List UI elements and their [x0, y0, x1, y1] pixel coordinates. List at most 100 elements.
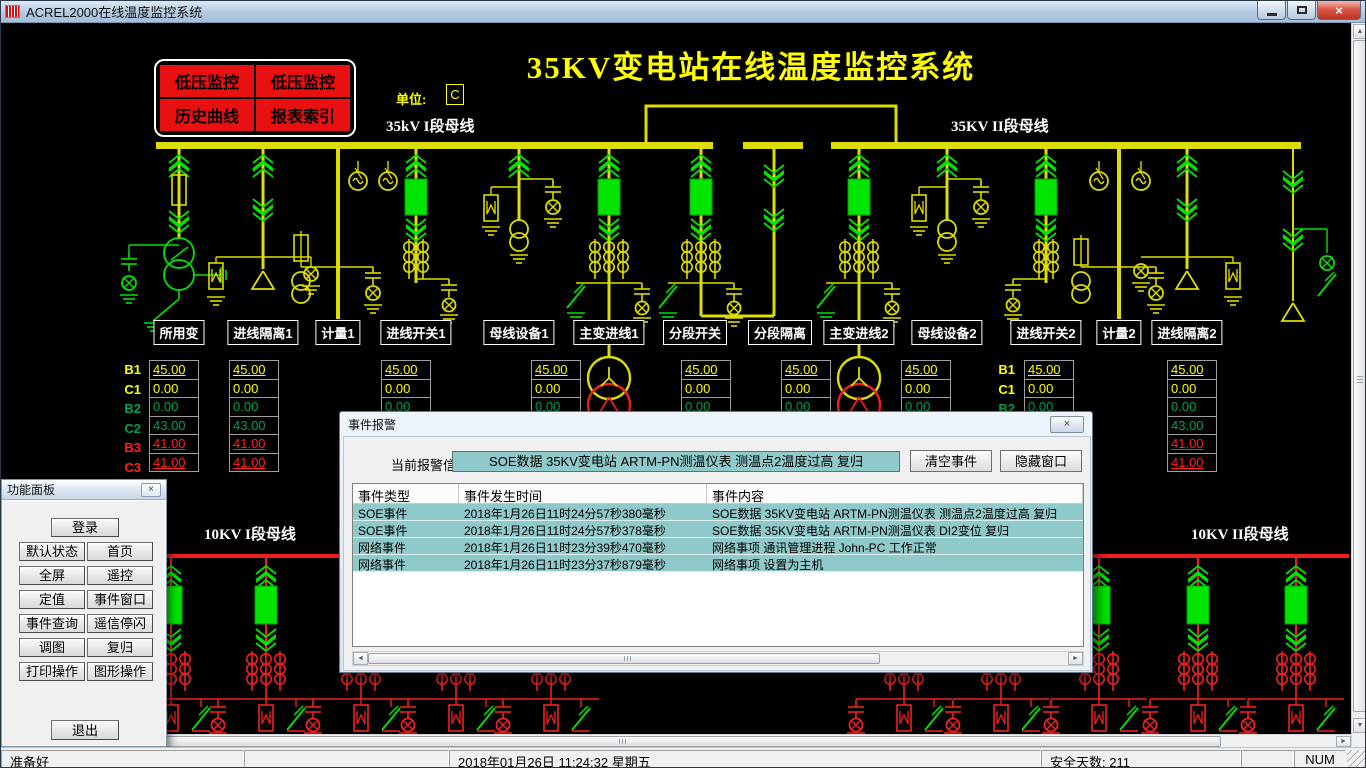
event-cell: 网络事项 通讯管理进程 John-PC 工作正常	[707, 538, 1083, 554]
event-table-hscrollbar[interactable]: ◄ ►	[352, 651, 1084, 666]
panel-button-reset[interactable]: 复归	[87, 638, 153, 657]
function-panel-close-button[interactable]: ×	[141, 483, 161, 497]
bus-label-10kv-1: 10KV I段母线	[204, 523, 296, 544]
bay-label: 计量2	[1096, 320, 1141, 345]
app-icon	[5, 5, 20, 18]
close-icon: ×	[1064, 418, 1070, 430]
temp-row-label: C3	[113, 458, 141, 478]
panel-button-print-operation[interactable]: 打印操作	[19, 662, 85, 681]
event-cell: 2018年1月26日11时23分39秒470毫秒	[459, 538, 707, 554]
temp-value-cell: 45.00	[149, 360, 199, 380]
temp-value-cell: 45.00	[1167, 360, 1217, 380]
scada-canvas: 35KV变电站在线温度监控系统 低压监控 低压监控 历史曲线 报表索引 单位: …	[1, 23, 1366, 747]
h-scrollbar-thumb[interactable]	[17, 736, 1221, 747]
status-empty-1	[244, 750, 449, 768]
nav-button-report-index[interactable]: 报表索引	[256, 99, 350, 131]
bay-label: 进线隔离2	[1151, 320, 1222, 345]
panel-button-exit[interactable]: 退出	[51, 720, 119, 740]
panel-button-home[interactable]: 首页	[87, 542, 153, 561]
panel-button-event-query[interactable]: 事件查询	[19, 614, 85, 633]
nav-button-lv-monitor-2[interactable]: 低压监控	[256, 65, 350, 97]
event-cell: 网络事项 设置为主机	[707, 555, 1083, 571]
event-table-rows: SOE事件2018年1月26日11时24分57秒380毫秒SOE数据 35KV变…	[353, 504, 1083, 572]
event-dialog-close-button[interactable]: ×	[1050, 416, 1084, 433]
temp-value-cell: 41.00	[149, 453, 199, 473]
event-cell: 2018年1月26日11时24分57秒380毫秒	[459, 504, 707, 520]
clear-events-button[interactable]: 清空事件	[910, 450, 992, 472]
temp-value-cell: 45.00	[1024, 360, 1074, 380]
bay-label: 进线开关1	[380, 320, 451, 345]
scroll-right-button[interactable]: ►	[1336, 736, 1351, 747]
bay-label: 所用变	[153, 320, 204, 345]
panel-button-event-window[interactable]: 事件窗口	[87, 590, 153, 609]
close-button[interactable]: ×	[1317, 1, 1361, 20]
unit-label: 单位:	[396, 89, 426, 108]
scroll-right-button[interactable]: ►	[1068, 652, 1083, 665]
arrow-left-icon: ◄	[357, 655, 364, 662]
event-dialog-titlebar[interactable]: 事件报警 ×	[340, 412, 1092, 436]
event-column-header[interactable]: 事件发生时间	[459, 484, 707, 503]
nav-button-history-curve[interactable]: 历史曲线	[160, 99, 254, 131]
maximize-button[interactable]	[1287, 1, 1316, 20]
temp-value-cell: 0.00	[149, 397, 199, 417]
quick-nav-menu: 低压监控 低压监控 历史曲线 报表索引	[154, 59, 356, 137]
scroll-down-button[interactable]: ▼	[1353, 718, 1366, 733]
temp-value-cell: 43.00	[1167, 416, 1217, 436]
status-empty-2	[1241, 750, 1294, 768]
temp-value-column: 45.000.000.0043.0041.0041.00	[1167, 360, 1217, 472]
function-panel-body: 登录默认状态首页全屏遥控定值事件窗口事件查询遥信停闪调图复归打印操作图形操作退出	[2, 500, 166, 746]
temp-row-label: B1	[987, 360, 1015, 380]
unit-value-box[interactable]: C	[446, 84, 464, 105]
window-controls: ×	[1256, 1, 1361, 20]
resize-grip[interactable]	[1347, 750, 1366, 768]
event-cell: 网络事件	[353, 555, 459, 571]
event-column-header[interactable]: 事件内容	[707, 484, 1083, 503]
panel-button-load-diagram[interactable]: 调图	[19, 638, 85, 657]
temp-value-cell: 41.00	[1167, 453, 1217, 473]
nav-button-lv-monitor-1[interactable]: 低压监控	[160, 65, 254, 97]
panel-button-graphic-operation[interactable]: 图形操作	[87, 662, 153, 681]
temp-value-cell: 0.00	[381, 379, 431, 399]
current-alarm-box: SOE数据 35KV变电站 ARTM-PN测温仪表 测温点2温度过高 复归	[452, 451, 900, 472]
bay-label: 母线设备1	[483, 320, 554, 345]
event-column-header[interactable]: 事件类型	[353, 484, 459, 503]
event-row[interactable]: SOE事件2018年1月26日11时24分57秒378毫秒SOE数据 35KV变…	[353, 521, 1083, 538]
v-scrollbar[interactable]: ▲ ▼	[1351, 23, 1366, 747]
status-num-lock: NUM	[1294, 750, 1346, 768]
temp-value-cell: 43.00	[149, 416, 199, 436]
panel-button-remote-control[interactable]: 遥控	[87, 566, 153, 585]
panel-button-fullscreen[interactable]: 全屏	[19, 566, 85, 585]
temp-row-label: B1	[113, 360, 141, 380]
event-hscrollbar-thumb[interactable]	[368, 653, 880, 664]
h-scrollbar[interactable]: ◄ ►	[1, 734, 1351, 747]
scroll-up-button[interactable]: ▲	[1353, 24, 1366, 39]
event-cell: 2018年1月26日11时24分57秒378毫秒	[459, 521, 707, 537]
temp-value-cell: 0.00	[229, 397, 279, 417]
v-scrollbar-thumb[interactable]	[1353, 40, 1366, 712]
event-row[interactable]: SOE事件2018年1月26日11时24分57秒380毫秒SOE数据 35KV变…	[353, 504, 1083, 521]
window-titlebar: ACREL2000在线温度监控系统 ×	[1, 1, 1366, 23]
function-panel-titlebar[interactable]: 功能面板 ×	[2, 480, 166, 500]
bay-label: 分段隔离	[748, 320, 812, 345]
event-table: 事件类型事件发生时间事件内容 SOE事件2018年1月26日11时24分57秒3…	[352, 483, 1084, 647]
panel-button-setpoint[interactable]: 定值	[19, 590, 85, 609]
minimize-button[interactable]	[1257, 1, 1286, 20]
panel-button-signal-stop-flash[interactable]: 遥信停闪	[87, 614, 153, 633]
temp-value-cell: 0.00	[1167, 379, 1217, 399]
close-icon: ×	[1335, 3, 1343, 18]
bus-label-35kv-2: 35KV II段母线	[951, 115, 1049, 136]
scroll-left-button[interactable]: ◄	[353, 652, 368, 665]
panel-button-default-state[interactable]: 默认状态	[19, 542, 85, 561]
bay-label: 计量1	[315, 320, 360, 345]
panel-button-login[interactable]: 登录	[51, 518, 119, 537]
event-row[interactable]: 网络事件2018年1月26日11时23分37秒879毫秒网络事项 设置为主机	[353, 555, 1083, 572]
event-row[interactable]: 网络事件2018年1月26日11时23分39秒470毫秒网络事项 通讯管理进程 …	[353, 538, 1083, 555]
arrow-down-icon: ▼	[1357, 722, 1364, 729]
arrow-right-icon: ►	[1340, 738, 1347, 745]
temp-value-cell: 41.00	[1167, 434, 1217, 454]
event-cell: SOE事件	[353, 504, 459, 520]
hide-window-button[interactable]: 隐藏窗口	[1000, 450, 1082, 472]
event-dialog-body: 当前报警信息 SOE数据 35KV变电站 ARTM-PN测温仪表 测温点2温度过…	[343, 436, 1091, 671]
temp-value-column: 45.000.000.0043.0041.0041.00	[149, 360, 199, 472]
temp-value-cell: 0.00	[1024, 379, 1074, 399]
